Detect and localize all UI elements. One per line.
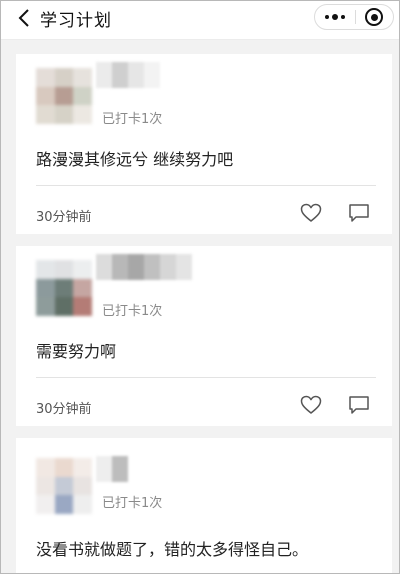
avatar-mosaic-cell: [36, 278, 55, 298]
chevron-left-icon: [18, 9, 29, 27]
username-blurred: [96, 456, 128, 482]
post-time: 30分钟前: [36, 210, 92, 225]
username-mosaic-cell: [144, 254, 160, 280]
avatar-mosaic-cell: [54, 297, 74, 316]
avatar-mosaic-cell: [36, 86, 55, 106]
avatar-mosaic-cell: [54, 260, 74, 279]
mini-program-capsule: [314, 4, 394, 30]
nav-bar: 学习计划: [0, 0, 400, 40]
avatar-mosaic-cell: [36, 476, 55, 496]
post-content: 需要努力啊: [36, 342, 117, 361]
comment-button[interactable]: [346, 200, 372, 226]
more-menu-button[interactable]: [315, 5, 355, 29]
divider: [36, 185, 376, 186]
avatar-mosaic-cell: [36, 297, 55, 316]
avatar-mosaic-cell: [36, 105, 55, 124]
username-mosaic-cell: [112, 254, 128, 280]
post-content: 路漫漫其修远兮 继续努力吧: [36, 150, 234, 169]
like-button[interactable]: [298, 392, 324, 418]
avatar[interactable]: [36, 260, 92, 316]
checkin-count: 已打卡1次: [102, 496, 163, 511]
avatar-mosaic-cell: [54, 476, 74, 496]
username-mosaic-cell: [176, 254, 192, 280]
avatar-mosaic-cell: [73, 476, 92, 496]
comment-icon: [349, 396, 369, 414]
comment-button[interactable]: [346, 392, 372, 418]
like-button[interactable]: [298, 200, 324, 226]
avatar-mosaic-cell: [36, 495, 55, 514]
avatar-mosaic-cell: [73, 458, 92, 477]
avatar-mosaic-cell: [54, 458, 74, 477]
avatar-mosaic-cell: [54, 495, 74, 514]
divider: [36, 377, 376, 378]
avatar-mosaic-cell: [36, 68, 55, 87]
username-mosaic-cell: [128, 254, 144, 280]
avatar[interactable]: [36, 458, 92, 514]
checkin-count: 已打卡1次: [102, 112, 163, 127]
target-close-icon: [365, 8, 384, 26]
username-mosaic-cell: [112, 62, 128, 88]
avatar-mosaic-cell: [54, 86, 74, 106]
avatar-mosaic-cell: [36, 260, 55, 279]
username-blurred: [96, 254, 192, 280]
username-mosaic-cell: [96, 456, 112, 482]
avatar[interactable]: [36, 68, 92, 124]
post-card: 已打卡1次 路漫漫其修远兮 继续努力吧 30分钟前: [16, 54, 392, 234]
avatar-mosaic-cell: [54, 68, 74, 87]
comment-icon: [349, 204, 369, 222]
username-mosaic-cell: [144, 62, 160, 88]
username-mosaic-cell: [96, 254, 112, 280]
back-button[interactable]: [10, 4, 38, 32]
avatar-mosaic-cell: [73, 68, 92, 87]
username-mosaic-cell: [112, 456, 128, 482]
more-dots-icon: [324, 14, 345, 20]
avatar-mosaic-cell: [73, 495, 92, 514]
avatar-mosaic-cell: [73, 86, 92, 106]
avatar-mosaic-cell: [73, 278, 92, 298]
close-mini-program-button[interactable]: [355, 5, 393, 29]
avatar-mosaic-cell: [36, 458, 55, 477]
username-blurred: [96, 62, 160, 88]
avatar-mosaic-cell: [73, 260, 92, 279]
heart-icon: [300, 395, 322, 414]
avatar-mosaic-cell: [73, 297, 92, 316]
username-mosaic-cell: [96, 62, 112, 88]
avatar-mosaic-cell: [54, 278, 74, 298]
page-title: 学习计划: [40, 11, 112, 31]
avatar-mosaic-cell: [73, 105, 92, 124]
heart-icon: [300, 203, 322, 222]
username-mosaic-cell: [128, 62, 144, 88]
avatar-mosaic-cell: [54, 105, 74, 124]
post-time: 30分钟前: [36, 402, 92, 417]
post-card: 已打卡1次 需要努力啊 30分钟前: [16, 246, 392, 426]
checkin-count: 已打卡1次: [102, 304, 163, 319]
username-mosaic-cell: [160, 254, 176, 280]
post-card: 已打卡1次 没看书就做题了，错的太多得怪自己。: [16, 438, 392, 574]
post-content: 没看书就做题了，错的太多得怪自己。: [36, 540, 309, 559]
